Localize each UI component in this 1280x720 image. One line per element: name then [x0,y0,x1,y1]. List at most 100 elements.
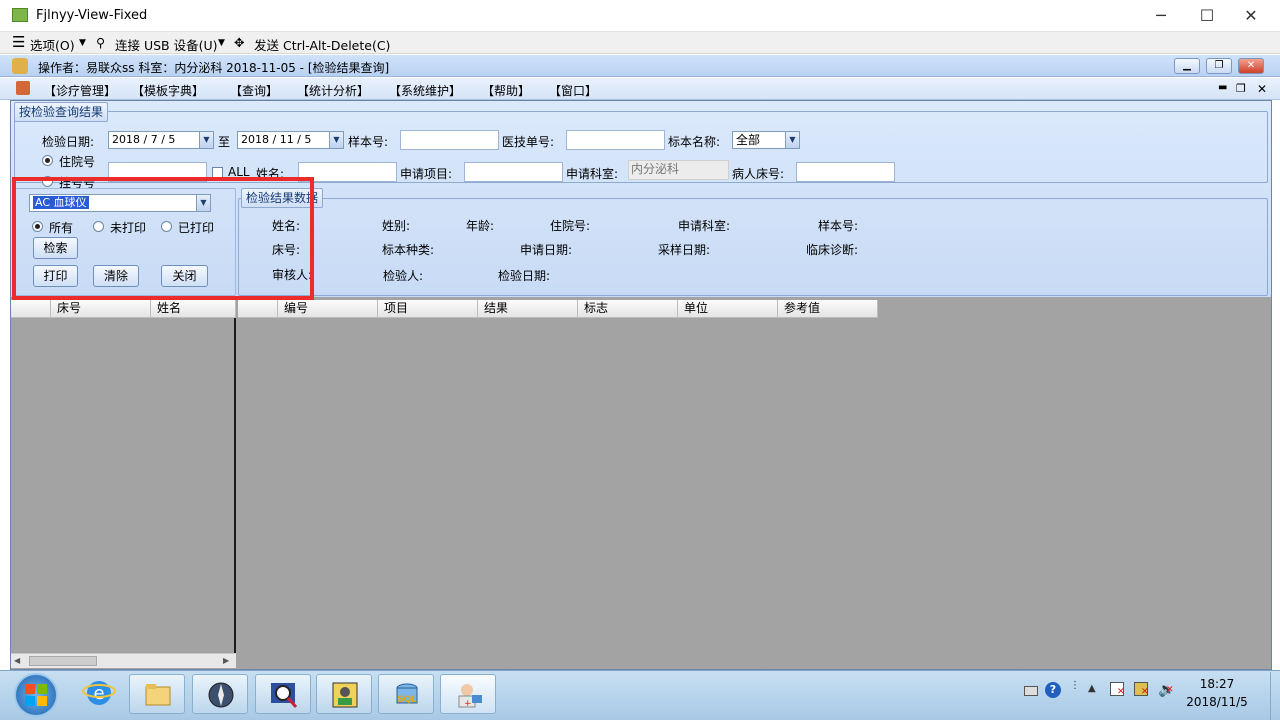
compass-icon [208,682,234,708]
bed-label: 病人床号: [732,167,785,181]
col-item[interactable]: 项目 [378,300,478,318]
window-title: Fjlnyy-View-Fixed [36,8,148,23]
col-reference[interactable]: 参考值 [778,300,878,318]
col-result[interactable]: 结果 [478,300,578,318]
app-logo-icon [12,58,28,74]
inpatient-label: 住院号 [59,155,96,169]
usb-icon: ⚲ [96,35,106,50]
highlight-box [12,177,314,300]
keyboard-icon[interactable] [1024,686,1038,696]
apply-dept-field: 内分泌科 [628,160,729,180]
menu-statistics[interactable]: 【统计分析】 [297,82,369,99]
tray-time[interactable]: 18:27 [1192,677,1242,691]
app-close-button[interactable]: ✕ [1238,58,1264,74]
chevron-down-icon[interactable]: ▼ [329,132,343,148]
taskbar-compass[interactable] [192,674,248,714]
horizontal-scrollbar[interactable]: ◀ ▶ [11,653,236,668]
nurse-icon: + [458,684,482,709]
child-restore-button[interactable]: ❐ [1236,82,1246,95]
date-label: 检验日期: [42,135,95,149]
result-test-date-label: 检验日期: [498,269,551,283]
child-minimize-button[interactable]: ▬ [1218,82,1227,93]
help-icon[interactable]: ? [1045,682,1061,698]
chevron-down-icon[interactable]: ▼ [79,38,86,48]
inpatient-radio[interactable] [42,155,53,166]
start-button[interactable] [14,673,58,717]
result-grid-corner [238,300,278,318]
bed-input[interactable] [796,162,895,182]
date-to-picker[interactable]: 2018 / 11 / 5 ▼ [237,131,344,149]
menu-diagnosis[interactable]: 【诊疗管理】 [44,82,116,99]
options-menu[interactable]: 选项(O) [30,35,75,54]
apply-item-input[interactable] [464,162,563,182]
col-name[interactable]: 姓名 [151,300,236,318]
action-center-icon[interactable]: ✕ [1110,682,1125,697]
windows-logo-icon [25,684,47,706]
minimize-button[interactable]: ─ [1138,0,1184,32]
svg-text:SQL: SQL [397,695,417,705]
child-close-button[interactable]: ✕ [1257,82,1267,96]
window-titlebar: Fjlnyy-View-Fixed ─ ☐ ✕ [0,0,1280,32]
mdi-icon [16,81,30,95]
show-desktop-button[interactable] [1270,672,1280,720]
sample-no-label: 样本号: [348,135,389,149]
result-tester-label: 检验人: [383,269,424,283]
date-from-picker[interactable]: 2018 / 7 / 5 ▼ [108,131,214,149]
scroll-right-icon[interactable]: ▶ [223,656,229,665]
taskbar-his-app[interactable]: + [440,674,496,714]
magnifier-icon [271,683,298,708]
menu-template[interactable]: 【模板字典】 [132,82,204,99]
app-titlebar: 操作者：易联众ss 科室：内分泌科 2018-11-05 - [检验结果查询] … [0,55,1280,77]
app-icon [12,8,28,22]
result-sample-label: 样本号: [818,219,859,233]
menu-query[interactable]: 【查询】 [230,82,278,99]
app-minimize-button[interactable]: ▁ [1174,58,1200,74]
result-dept-label: 申请科室: [678,219,731,233]
menu-window[interactable]: 【窗口】 [549,82,597,99]
keyboard-icon: ✥ [234,35,245,50]
scroll-left-icon[interactable]: ◀ [14,656,20,665]
chevron-down-icon[interactable]: ▼ [199,132,213,148]
menu-system[interactable]: 【系统维护】 [389,82,461,99]
result-grid [238,300,1271,668]
result-inpatient-label: 住院号: [550,219,591,233]
result-specimen-type-label: 标本种类: [382,243,435,257]
maximize-button[interactable]: ☐ [1184,0,1230,32]
taskbar-query-app[interactable] [255,674,311,714]
chevron-down-icon[interactable]: ▼ [218,38,225,48]
volume-muted-icon[interactable]: 🔈 ✕ [1158,682,1175,698]
svg-text:+: + [464,699,472,709]
col-number[interactable]: 编号 [278,300,378,318]
hamburger-icon[interactable]: ☰ [12,33,25,51]
chevron-down-icon[interactable]: ▼ [785,132,799,148]
col-bed[interactable]: 床号 [51,300,151,318]
app-title: 操作者：易联众ss 科室：内分泌科 2018-11-05 - [检验结果查询] [38,61,390,75]
taskbar-doctor-app[interactable] [316,674,372,714]
taskbar-explorer[interactable] [129,674,185,714]
result-gender-label: 姓别: [382,219,411,233]
sample-no-input[interactable] [400,130,499,150]
specimen-select[interactable]: 全部 ▼ [732,131,800,149]
menu-bar: 【诊疗管理】 【模板字典】 【查询】 【统计分析】 【系统维护】 【帮助】 【窗… [0,78,1280,100]
col-unit[interactable]: 单位 [678,300,778,318]
col-flag[interactable]: 标志 [578,300,678,318]
tech-no-label: 医技单号: [502,135,555,149]
network-icon[interactable]: ✕ [1134,682,1149,697]
tech-no-input[interactable] [566,130,665,150]
tray-chevron-icon[interactable]: ⋮ [1070,680,1080,691]
patient-grid-corner [11,300,51,318]
ie-icon[interactable]: e [82,676,116,710]
usb-menu[interactable]: 连接 USB 设备(U) [115,35,218,54]
query-group-title: 按检验查询结果 [14,102,109,122]
to-label: 至 [218,135,231,149]
scroll-thumb[interactable] [29,656,97,666]
doctor-card-icon [332,682,358,708]
show-hidden-icons[interactable]: ▲ [1088,683,1096,694]
taskbar-sql-app[interactable]: SQL [378,674,434,714]
patient-grid [11,300,236,668]
send-cad-button[interactable]: 发送 Ctrl-Alt-Delete(C) [254,35,390,54]
tray-date[interactable]: 2018/11/5 [1186,695,1248,709]
app-restore-button[interactable]: ❐ [1206,58,1232,74]
menu-help[interactable]: 【帮助】 [482,82,530,99]
close-button[interactable]: ✕ [1228,0,1274,32]
